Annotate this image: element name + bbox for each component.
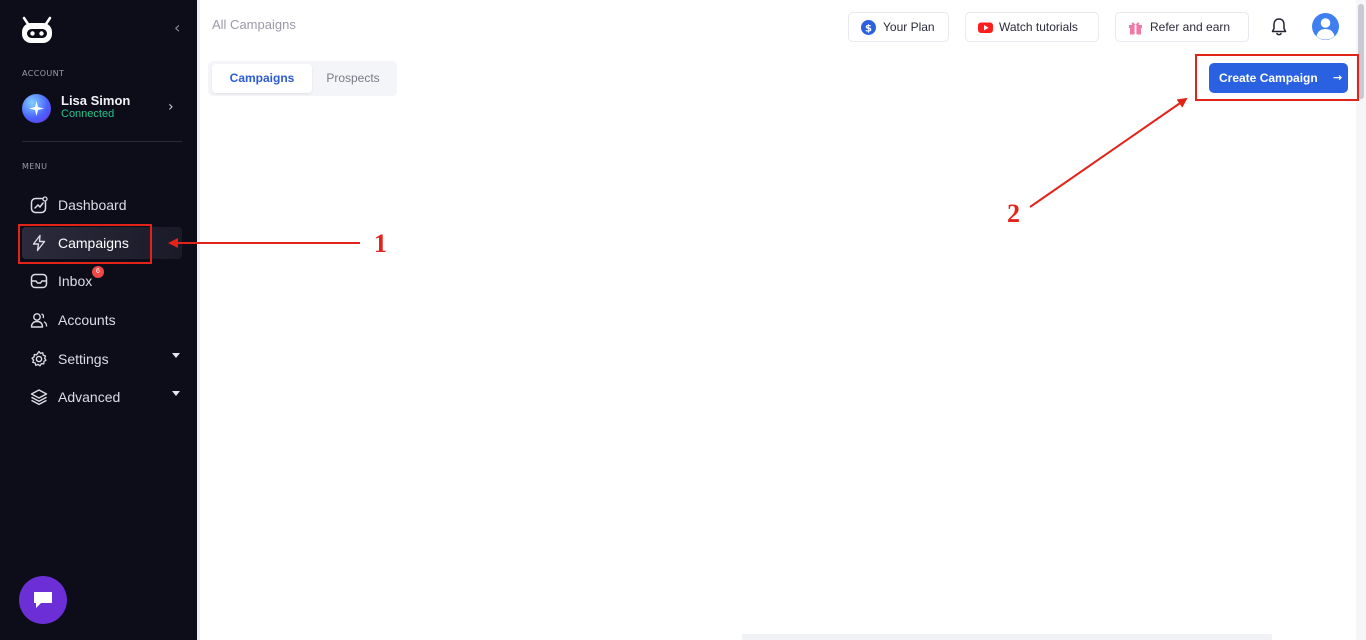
layers-icon: [30, 389, 48, 406]
your-plan-label: Your Plan: [883, 20, 935, 34]
account-name: Lisa Simon: [61, 93, 131, 108]
svg-text:$: $: [865, 23, 872, 34]
sidebar-item-label: Advanced: [58, 389, 121, 405]
collapse-sidebar-icon[interactable]: ‹: [174, 18, 180, 37]
account-section-label: ACCOUNT: [22, 69, 65, 78]
sidebar-edge: [197, 0, 200, 640]
sparkle-icon: [29, 101, 44, 116]
annotation-box-campaigns: [18, 224, 152, 264]
account-avatar: [22, 94, 51, 123]
refer-and-earn-button[interactable]: Refer and earn: [1115, 12, 1249, 42]
youtube-icon: [978, 22, 993, 33]
chat-support-button[interactable]: [19, 576, 67, 624]
dashboard-icon: [30, 196, 48, 214]
annotation-number-2: 2: [1007, 199, 1020, 228]
chevron-right-icon: ›: [168, 99, 174, 115]
menu-section-label: MENU: [22, 162, 48, 171]
caret-down-icon: [172, 353, 180, 358]
sidebar: ‹ ACCOUNT Lisa Simon Connected › MENU Da…: [0, 0, 197, 640]
sidebar-item-label: Settings: [58, 351, 109, 367]
sidebar-divider: [22, 141, 182, 142]
annotation-arrows: [168, 97, 1188, 248]
refer-and-earn-label: Refer and earn: [1150, 20, 1231, 34]
user-icon: [1316, 18, 1335, 40]
account-switcher[interactable]: Lisa Simon Connected ›: [22, 92, 182, 126]
robot-logo-icon[interactable]: [20, 16, 54, 44]
tab-bar: Campaigns Prospects: [208, 61, 397, 96]
user-avatar[interactable]: [1312, 13, 1339, 40]
page-title: All Campaigns: [212, 17, 296, 32]
watch-tutorials-label: Watch tutorials: [999, 20, 1078, 34]
annotation-number-1: 1: [374, 229, 387, 258]
sidebar-item-inbox[interactable]: Inbox 6: [22, 265, 182, 297]
sidebar-item-label: Inbox: [58, 273, 93, 289]
account-status: Connected: [61, 108, 115, 120]
gear-icon: [31, 350, 47, 367]
dollar-icon: $: [861, 20, 876, 35]
sidebar-item-label: Dashboard: [58, 197, 127, 213]
users-icon: [30, 313, 48, 328]
watch-tutorials-button[interactable]: Watch tutorials: [965, 12, 1099, 42]
bell-icon[interactable]: [1270, 17, 1288, 37]
sidebar-item-advanced[interactable]: Advanced: [22, 381, 182, 413]
unread-count-badge: 6: [92, 266, 104, 278]
sidebar-item-accounts[interactable]: Accounts: [22, 304, 182, 336]
caret-down-icon: [172, 391, 180, 396]
tab-campaigns[interactable]: Campaigns: [212, 64, 312, 93]
annotation-box-create-campaign: [1195, 54, 1359, 101]
tab-prospects[interactable]: Prospects: [316, 64, 390, 93]
gift-icon: [1129, 22, 1142, 35]
annotation-arrow-2: [1029, 97, 1188, 208]
your-plan-button[interactable]: $ Your Plan: [848, 12, 949, 42]
content-loading-strip: [742, 634, 1272, 640]
sidebar-item-settings[interactable]: Settings: [22, 343, 182, 375]
inbox-icon: [30, 273, 48, 289]
app-window: ‹ ACCOUNT Lisa Simon Connected › MENU Da…: [0, 0, 1366, 640]
chat-icon: [34, 592, 52, 608]
sidebar-item-dashboard[interactable]: Dashboard: [22, 189, 182, 221]
sidebar-item-label: Accounts: [58, 312, 116, 328]
